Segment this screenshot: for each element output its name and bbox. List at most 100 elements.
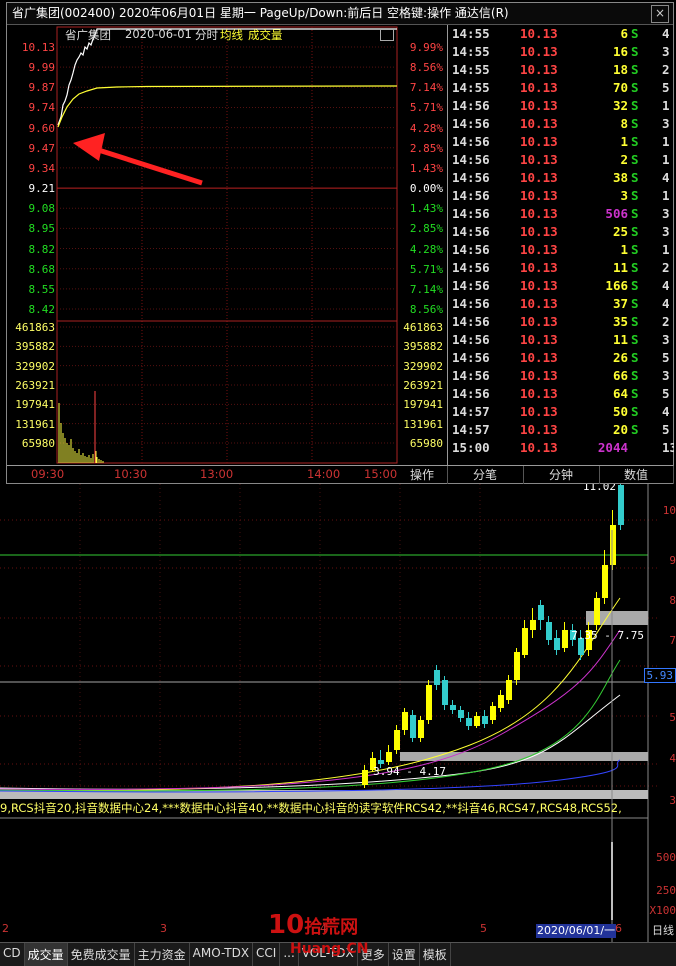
indicator-tab[interactable]: 设置	[389, 943, 420, 966]
candle-body	[362, 770, 368, 785]
tick-volume: 38	[613, 170, 628, 185]
tick-count: 5	[662, 350, 670, 365]
candle-body	[426, 685, 432, 720]
tick-row: 14:5610.1311S3	[448, 332, 674, 350]
tick-count: 3	[662, 332, 670, 347]
candle-body	[450, 705, 456, 710]
daily-kline-chart[interactable]	[0, 480, 676, 942]
tick-price: 10.13	[520, 152, 558, 167]
tick-volume: 3	[620, 188, 628, 203]
tick-time: 14:55	[452, 80, 490, 95]
price-axis-label: 9.08	[11, 202, 55, 215]
arrow-head	[73, 133, 105, 161]
tick-time: 14:56	[452, 98, 490, 113]
volume-axis-label: X100	[650, 904, 676, 917]
tick-row: 14:5610.1337S4	[448, 296, 674, 314]
daily-price-label: 4	[669, 752, 676, 765]
tick-time: 14:55	[452, 62, 490, 77]
close-icon[interactable]: ×	[651, 5, 669, 23]
price-axis-label: 8.42	[11, 303, 55, 316]
percent-axis-label: 8.56%	[397, 61, 443, 74]
current-date-label: 2020/06/01/一	[537, 922, 615, 938]
intraday-chart[interactable]	[7, 25, 447, 465]
stock-name: 省广集团	[65, 27, 111, 43]
volume-axis-label: 250	[656, 884, 676, 897]
tick-count: 1	[662, 152, 670, 167]
candle-body	[402, 712, 408, 730]
tick-volume: 18	[613, 62, 628, 77]
tick-time: 15:00	[452, 440, 490, 455]
tick-time: 14:55	[452, 26, 490, 41]
daily-price-label: 3	[669, 794, 676, 807]
tick-row: 14:5610.132S1	[448, 152, 674, 170]
candle-body	[594, 598, 600, 625]
tick-time: 14:57	[452, 404, 490, 419]
tick-table[interactable]: 14:5510.136S414:5510.1316S314:5510.1318S…	[447, 25, 674, 465]
tick-count: 4	[662, 404, 670, 419]
tick-count: 1	[662, 188, 670, 203]
tick-volume: 6	[620, 26, 628, 41]
indicator-tab[interactable]: AMO-TDX	[190, 943, 253, 966]
moving-average-line	[0, 695, 620, 789]
tick-volume: 20	[613, 422, 628, 437]
tick-side: S	[631, 80, 639, 95]
tick-count: 3	[662, 206, 670, 221]
popup-tab[interactable]: 操作	[397, 466, 448, 484]
tick-row: 14:5610.133S1	[448, 188, 674, 206]
tick-time: 14:56	[452, 332, 490, 347]
tick-side: S	[631, 260, 639, 275]
popup-tab[interactable]: 分笔	[447, 466, 524, 484]
tick-count: 4	[662, 26, 670, 41]
candle-body	[378, 760, 384, 764]
tick-time: 14:56	[452, 188, 490, 203]
daily-price-label: 8	[669, 594, 676, 607]
tick-row: 14:5610.1366S3	[448, 368, 674, 386]
tick-row: 14:5610.1325S3	[448, 224, 674, 242]
indicator-tab[interactable]: 主力资金	[135, 943, 190, 966]
tick-time: 14:56	[452, 314, 490, 329]
tick-volume: 166	[605, 278, 628, 293]
chart-menu-icon[interactable]	[380, 29, 394, 41]
tick-volume: 26	[613, 350, 628, 365]
tick-side: S	[631, 368, 639, 383]
candle-body	[490, 706, 496, 720]
tick-row: 14:5510.136S4	[448, 26, 674, 44]
candle-body	[394, 730, 400, 750]
tick-row: 14:5610.13166S4	[448, 278, 674, 296]
candle-body	[610, 525, 616, 565]
tick-count: 3	[662, 224, 670, 239]
tick-side: S	[631, 350, 639, 365]
tick-count: 1	[662, 98, 670, 113]
tick-row: 14:5610.1338S4	[448, 170, 674, 188]
tick-volume: 64	[613, 386, 628, 401]
tick-side: S	[631, 296, 639, 311]
tick-price: 10.13	[520, 44, 558, 59]
indicator-tab[interactable]: CD	[0, 943, 25, 966]
tick-volume: 16	[613, 44, 628, 59]
tick-count: 2	[662, 62, 670, 77]
popup-tab[interactable]: 数值	[599, 466, 674, 484]
price-axis-label: 9.47	[11, 142, 55, 155]
candle-body	[538, 605, 544, 620]
tick-price: 10.13	[520, 404, 558, 419]
tick-time: 14:56	[452, 206, 490, 221]
price-axis-label: 9.60	[11, 122, 55, 135]
tick-time: 14:56	[452, 242, 490, 257]
tick-price: 10.13	[520, 278, 558, 293]
tick-volume: 11	[613, 260, 628, 275]
indicator-tab[interactable]: 免费成交量	[68, 943, 135, 966]
popup-tab[interactable]: 分钟	[523, 466, 600, 484]
tick-row: 14:5610.1335S2	[448, 314, 674, 332]
percent-axis-label: 9.99%	[397, 41, 443, 54]
indicator-tab[interactable]: 成交量	[25, 943, 68, 966]
price-axis-label: 9.87	[11, 81, 55, 94]
tick-time: 14:56	[452, 368, 490, 383]
arrow-shaft	[89, 147, 202, 183]
tick-time: 14:56	[452, 296, 490, 311]
popup-title-bar[interactable]: 省广集团(002400) 2020年06月01日 星期一 PageUp/Down…	[7, 3, 673, 25]
tick-side: S	[631, 26, 639, 41]
tick-count: 3	[662, 44, 670, 59]
price-axis-label: 8.68	[11, 263, 55, 276]
tick-row: 14:5610.138S3	[448, 116, 674, 134]
indicator-tab[interactable]: 模板	[420, 943, 451, 966]
